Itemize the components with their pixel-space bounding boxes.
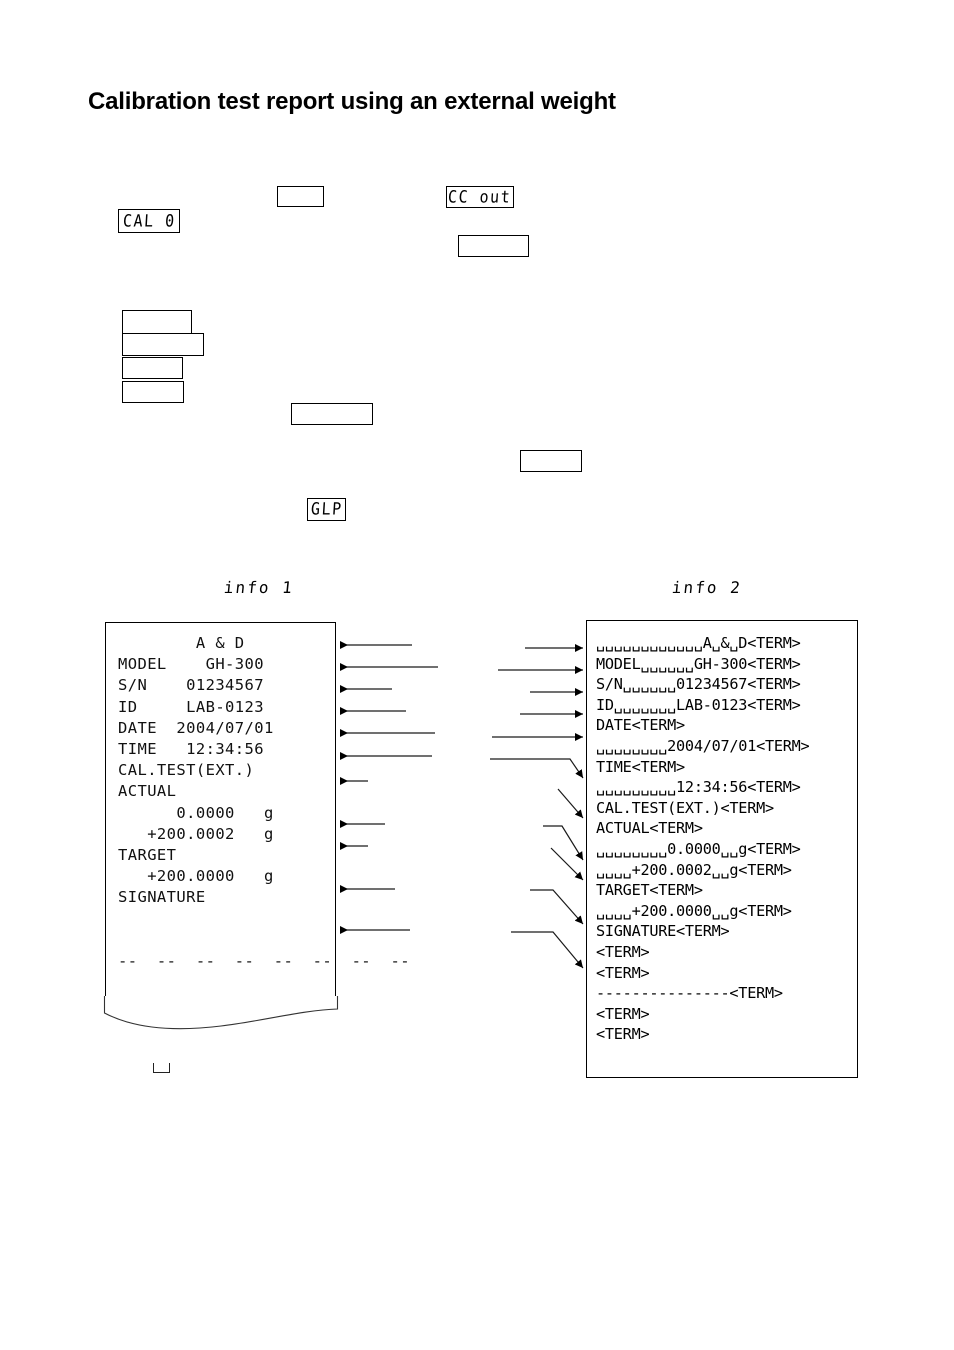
receipt-line: CAL.TEST(EXT.)<TERM> [596,798,774,817]
receipt-line: TIME 12:34:56 [118,740,264,759]
receipt-line: SIGNATURE<TERM> [596,922,730,941]
blank-display-8 [520,450,582,472]
receipt-line: TIME<TERM> [596,757,685,776]
blank-display-2 [458,235,529,257]
blank-display-1 [277,186,324,207]
receipt-info-1-lines: A & D MODEL GH-300 S/N 01234567 ID LAB-0123… [118,633,410,972]
receipt-line: ACTUAL<TERM> [596,819,703,838]
receipt-line [118,930,410,951]
receipt-line: TARGET<TERM> [596,881,703,900]
receipt-line: S/N␣␣␣␣␣␣01234567<TERM> [596,675,801,694]
receipt-line: CAL.TEST(EXT.) [118,761,255,780]
receipt-line: SIGNATURE [118,888,206,907]
receipt-line: <TERM> [596,942,650,961]
receipt-line: S/N 01234567 [118,676,264,695]
receipt-line: ␣␣␣␣␣␣␣␣␣12:34:56<TERM> [596,778,801,797]
arrow-right [543,825,584,861]
blank-display-6 [122,381,184,403]
arrow-right [557,788,584,819]
receipt-line: +200.0002 g [118,824,274,843]
blank-display-3 [122,310,192,334]
blank-display-5 [122,357,183,379]
receipt-line: DATE 2004/07/01 [118,718,274,737]
page-title: Calibration test report using an externa… [88,88,616,115]
receipt-line: MODEL GH-300 [118,655,264,674]
arrow-right [530,889,584,925]
info-2-label: info 2 [671,578,743,597]
receipt-line: 0.0000 g [118,803,274,822]
receipt-line: ␣␣␣␣␣␣␣␣␣␣␣␣A␣&␣D<TERM> [596,634,801,652]
receipt-line: MODEL␣␣␣␣␣␣GH-300<TERM> [596,654,801,673]
receipt-line: -- -- -- -- -- -- -- -- [118,952,410,971]
receipt-line: ACTUAL [118,782,177,801]
arrow-right [550,847,584,881]
arrow-right [511,931,584,969]
cc-out-display-text: CC out [447,186,513,207]
receipt-line: +200.0000 g [118,867,274,886]
receipt-line: TARGET [118,846,177,865]
arrows-to-receipt-2 [490,644,584,969]
receipt-line [118,909,410,930]
info-1-label: info 1 [223,578,295,597]
receipt-line: A & D [118,634,245,652]
glp-display: GLP [307,498,346,521]
receipt-info-2-lines: ␣␣␣␣␣␣␣␣␣␣␣␣A␣&␣D<TERM> MODEL␣␣␣␣␣␣GH-300… [596,633,810,1045]
blank-display-7 [291,403,373,425]
receipt-line: ID LAB-0123 [118,697,264,716]
receipt-torn-edge [103,996,339,1030]
receipt-line: ---------------<TERM> [596,984,783,1003]
receipt-line: ␣␣␣␣+200.0000␣␣g<TERM> [596,901,792,920]
receipt-info-2: ␣␣␣␣␣␣␣␣␣␣␣␣A␣&␣D<TERM> MODEL␣␣␣␣␣␣GH-300… [586,620,858,1078]
receipt-line: ␣␣␣␣␣␣␣␣0.0000␣␣g<TERM> [596,839,801,858]
cal-0-display-text: CAL 0 [122,210,176,231]
receipt-line: <TERM> [596,1025,650,1044]
cc-out-display: CC out [446,186,514,208]
receipt-line: ␣␣␣␣␣␣␣␣2004/07/01<TERM> [596,736,810,755]
cal-0-display: CAL 0 [118,209,180,233]
paper-tear-marker [153,1063,170,1073]
receipt-info-1: A & D MODEL GH-300 S/N 01234567 ID LAB-0123… [105,622,410,1004]
receipt-line: DATE<TERM> [596,716,685,735]
receipt-line: ID␣␣␣␣␣␣␣LAB-0123<TERM> [596,695,801,714]
receipt-line: ␣␣␣␣+200.0002␣␣g<TERM> [596,860,792,879]
receipt-line: <TERM> [596,963,650,982]
glp-display-text: GLP [310,498,343,520]
blank-display-4 [122,333,204,356]
receipt-line: <TERM> [596,1004,650,1023]
arrow-right [490,758,584,779]
